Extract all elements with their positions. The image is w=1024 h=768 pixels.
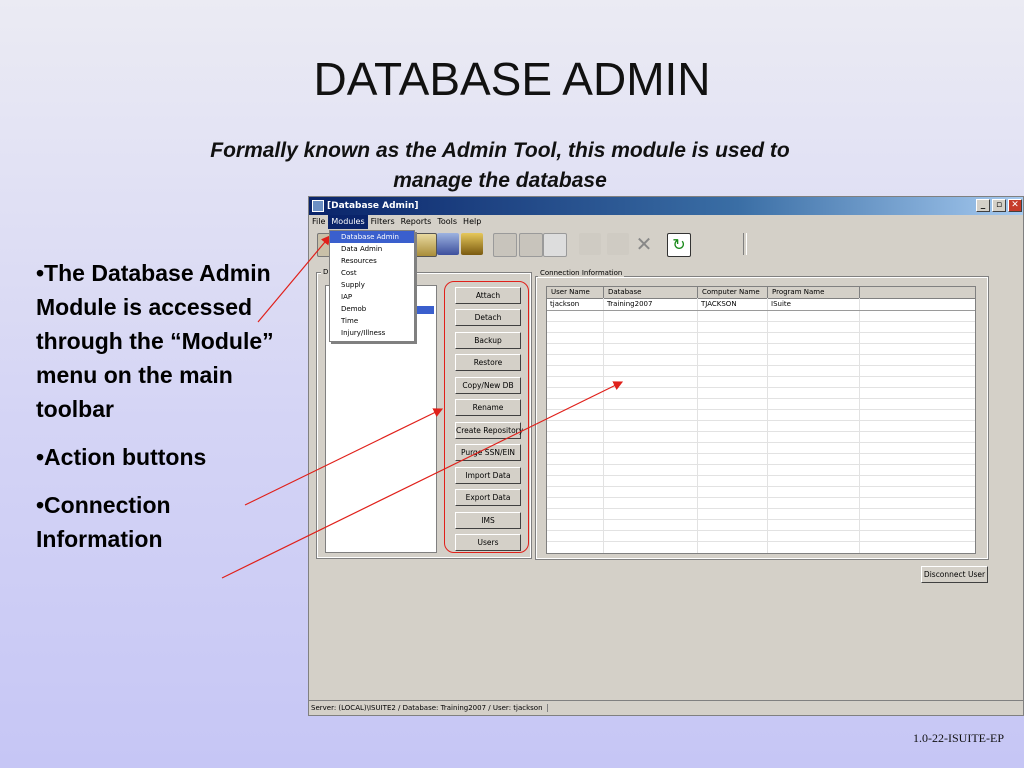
menu-item-cost[interactable]: Cost: [330, 267, 414, 279]
arrow-to-connection-info: [221, 381, 624, 579]
menu-item-supply[interactable]: Supply: [330, 279, 414, 291]
menu-item-time[interactable]: Time: [330, 315, 414, 327]
menu-item-iap[interactable]: IAP: [330, 291, 414, 303]
menu-item-resources[interactable]: Resources: [330, 255, 414, 267]
arrow-to-action-buttons: [244, 408, 444, 506]
annotation-arrows: [221, 235, 624, 579]
modules-dropdown-menu: Database Admin Data Admin Resources Cost…: [329, 230, 415, 342]
slide-footer: 1.0-22-ISUITE-EP: [913, 731, 1004, 745]
menu-item-database-admin[interactable]: Database Admin: [330, 231, 414, 243]
arrow-to-modules-menu: [257, 235, 331, 323]
menu-item-demob[interactable]: Demob: [330, 303, 414, 315]
menu-item-data-admin[interactable]: Data Admin: [330, 243, 414, 255]
menu-item-injury-illness[interactable]: Injury/Illness: [330, 327, 414, 339]
